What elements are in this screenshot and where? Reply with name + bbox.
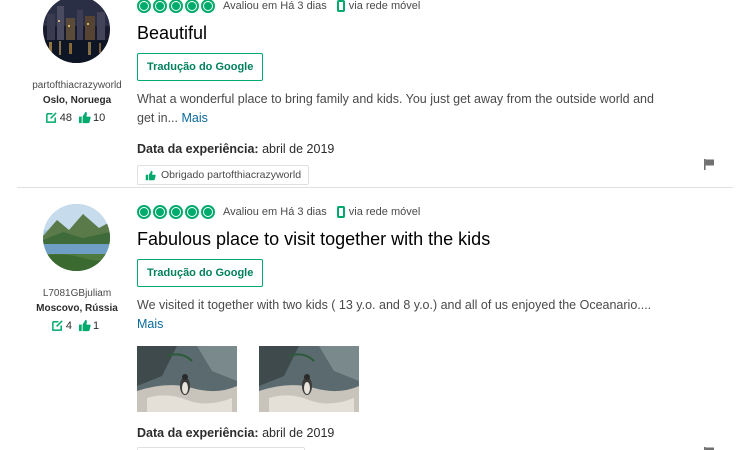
review-title[interactable]: Beautiful	[137, 22, 697, 44]
flag-icon[interactable]	[703, 158, 715, 170]
user-stats: 4 1	[22, 319, 132, 332]
review-photos	[137, 346, 697, 412]
penguin-photo-icon	[137, 346, 237, 412]
avatar[interactable]	[43, 204, 110, 271]
review-photo[interactable]	[259, 346, 359, 412]
review-count-icon	[51, 320, 63, 331]
experience-date-value: abril de 2019	[262, 142, 335, 156]
rating-bubble-icon	[137, 205, 151, 219]
review-card: L7081GBjuliam Moscovo, Rússia 4 1 Avalio…	[0, 200, 750, 450]
review-card: partofthiacrazyworld Oslo, Noruega 48 10…	[0, 0, 750, 188]
review-title[interactable]: Fabulous place to visit together with th…	[137, 228, 697, 250]
thumbs-up-icon	[145, 170, 156, 180]
translate-button[interactable]: Tradução do Google	[137, 259, 264, 287]
thumbs-up-icon	[78, 111, 91, 124]
contributions-count: 4	[65, 319, 72, 332]
review-count-icon	[45, 112, 57, 123]
experience-date-value: abril de 2019	[262, 426, 335, 440]
thank-label: Obrigado partofthiacrazyworld	[161, 169, 302, 181]
rating-bubble-icon	[153, 0, 167, 13]
user-location: Oslo, Noruega	[42, 95, 112, 106]
user-stats: 48 10	[22, 111, 132, 124]
more-link[interactable]: Mais	[137, 317, 163, 331]
review-photo[interactable]	[137, 346, 237, 412]
city-night-avatar-icon	[43, 0, 110, 63]
contributions-count: 48	[59, 111, 72, 124]
rating-bubble-icon	[153, 205, 167, 219]
thank-button[interactable]: Obrigado partofthiacrazyworld	[137, 165, 310, 185]
experience-date-label: Data da experiência:	[137, 142, 259, 156]
review-text-body: What a wonderful place to bring family a…	[137, 92, 654, 125]
avatar[interactable]	[43, 0, 110, 63]
rating-bubbles	[137, 0, 215, 13]
lake-mountain-avatar-icon	[43, 204, 110, 271]
experience-date-label: Data da experiência:	[137, 426, 259, 440]
user-location: Moscovo, Rússia	[36, 303, 118, 314]
experience-date: Data da experiência: abril de 2019	[137, 142, 697, 156]
thumbs-up-icon	[78, 319, 91, 332]
mobile-icon	[336, 206, 345, 218]
rating-bubble-icon	[201, 0, 215, 13]
mobile-label: via rede móvel	[348, 206, 421, 218]
experience-date: Data da experiência: abril de 2019	[137, 426, 697, 440]
divider	[17, 187, 733, 188]
user-meta: partofthiacrazyworld Oslo, Noruega 48 10	[22, 80, 132, 124]
rating-bubbles	[137, 205, 215, 219]
review-content: Avaliou em Há 3 dias via rede móvel Fabu…	[137, 204, 697, 450]
more-link[interactable]: Mais	[181, 111, 207, 125]
flag-icon[interactable]	[703, 446, 715, 450]
rating-bubble-icon	[169, 0, 183, 13]
review-text-body: We visited it together with two kids ( 1…	[137, 298, 652, 312]
username[interactable]: partofthiacrazyworld	[22, 80, 132, 92]
rated-date: Avaliou em Há 3 dias	[223, 0, 327, 12]
rating-bubble-icon	[185, 205, 199, 219]
review-content: Avaliou em Há 3 dias via rede móvel Beau…	[137, 0, 697, 186]
mobile-label: via rede móvel	[348, 0, 421, 12]
rating-bubble-icon	[185, 0, 199, 13]
rating-row: Avaliou em Há 3 dias via rede móvel	[137, 0, 697, 14]
rating-row: Avaliou em Há 3 dias via rede móvel	[137, 204, 697, 220]
user-meta: L7081GBjuliam Moscovo, Rússia 4 1	[22, 288, 132, 332]
review-text: What a wonderful place to bring family a…	[137, 90, 667, 128]
rated-date: Avaliou em Há 3 dias	[223, 206, 327, 218]
translate-button[interactable]: Tradução do Google	[137, 53, 264, 81]
rating-bubble-icon	[201, 205, 215, 219]
mobile-icon	[336, 0, 345, 12]
penguin-photo-icon	[259, 346, 359, 412]
helpful-votes-count: 1	[93, 319, 100, 332]
rating-bubble-icon	[137, 0, 151, 13]
review-text: We visited it together with two kids ( 1…	[137, 296, 667, 334]
helpful-votes-count: 10	[93, 111, 106, 124]
rating-bubble-icon	[169, 205, 183, 219]
username[interactable]: L7081GBjuliam	[22, 288, 132, 300]
